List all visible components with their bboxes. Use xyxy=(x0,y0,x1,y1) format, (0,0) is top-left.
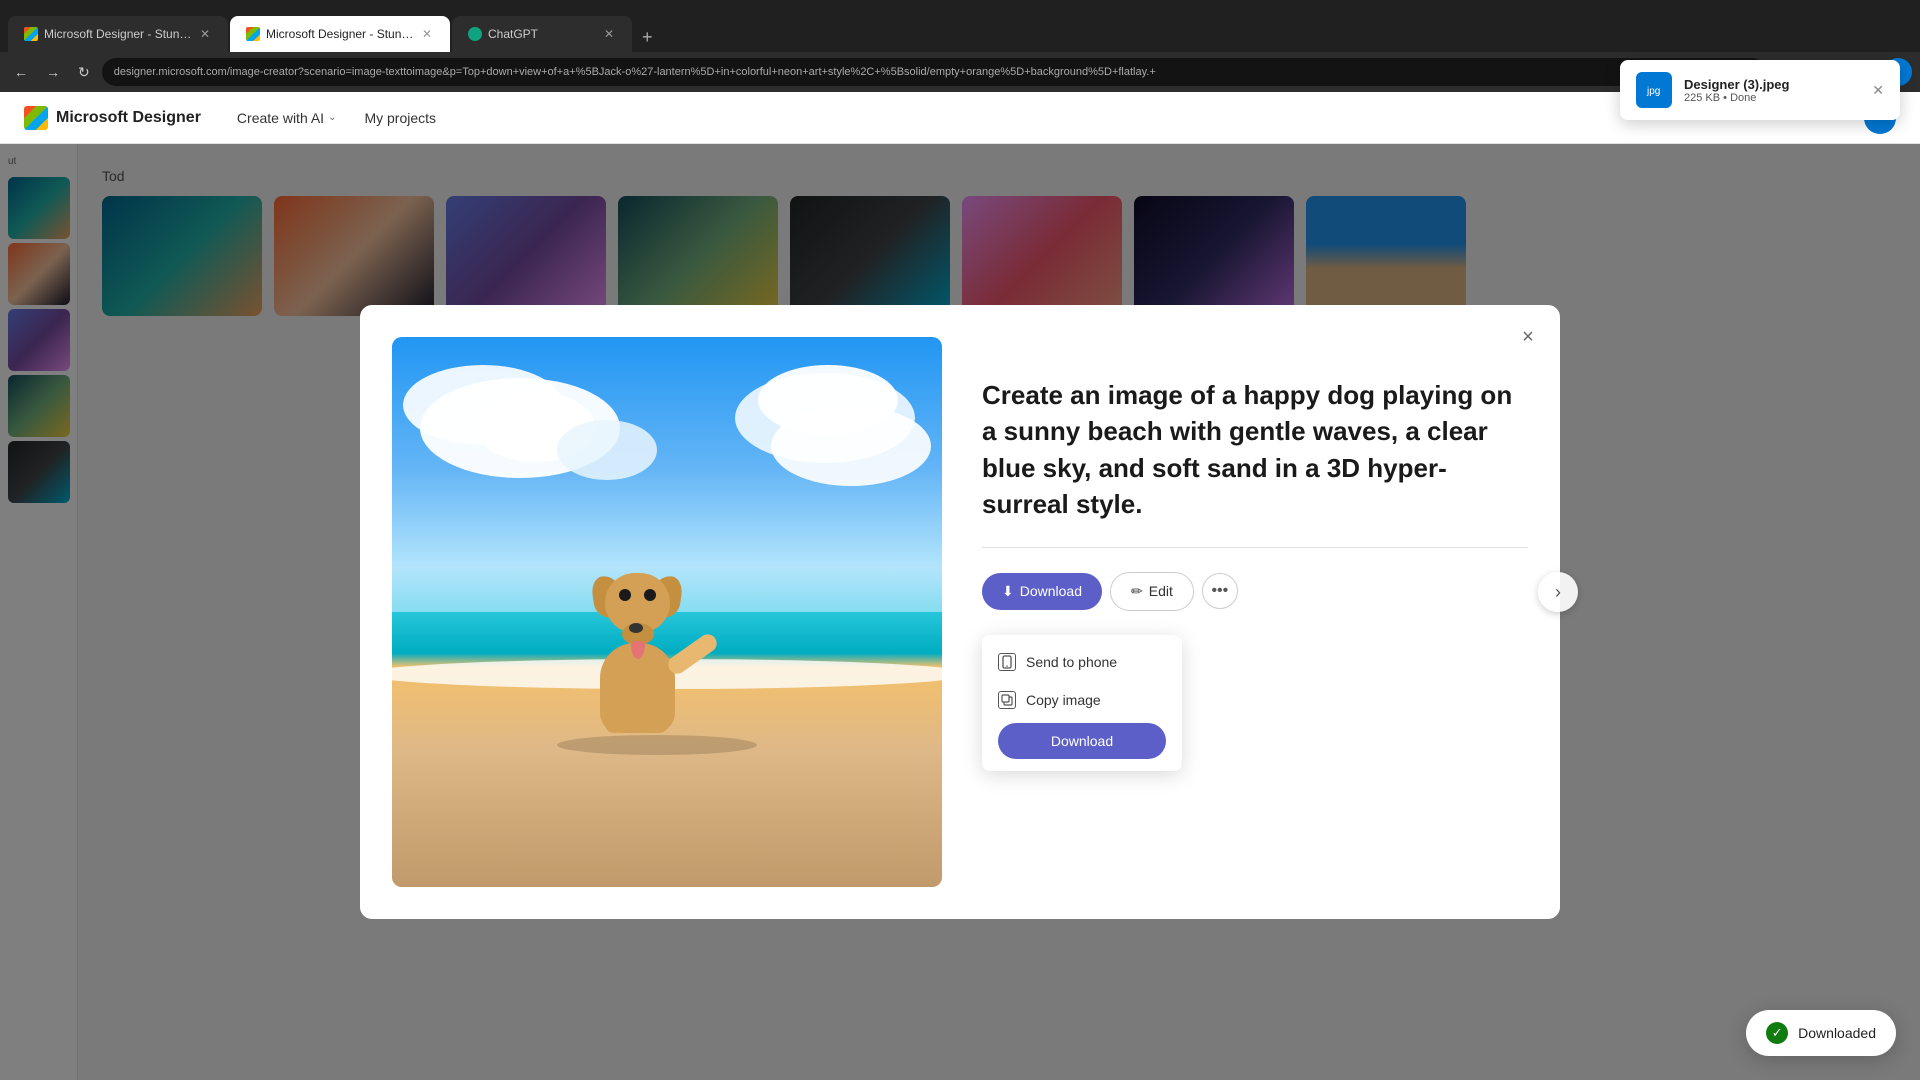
cloud-7 xyxy=(557,420,657,480)
download-close-button[interactable]: ✕ xyxy=(1872,82,1884,99)
reload-button[interactable]: ↻ xyxy=(72,60,96,85)
address-bar[interactable]: designer.microsoft.com/image-creator?sce… xyxy=(102,58,1767,86)
dropdown-download-button[interactable]: Download xyxy=(998,723,1166,759)
browser-tab-1[interactable]: Microsoft Designer - Stunning... ✕ xyxy=(8,16,228,52)
dropdown-send-to-phone[interactable]: Send to phone xyxy=(982,643,1182,681)
modal-prompt-text: Create an image of a happy dog playing o… xyxy=(982,377,1528,523)
tab-favicon-1 xyxy=(24,27,38,41)
ms-logo-icon xyxy=(24,106,48,130)
dog-eye-right xyxy=(644,589,656,601)
new-tab-button[interactable]: + xyxy=(634,23,661,52)
dog-figure xyxy=(585,643,660,733)
app-logo: Microsoft Designer xyxy=(24,106,201,130)
chevron-down-icon: ⌄ xyxy=(328,112,336,123)
modal-overlay[interactable]: × xyxy=(0,144,1920,1080)
dog-leg-front-left xyxy=(605,683,623,733)
toast-check-icon: ✓ xyxy=(1766,1022,1788,1044)
dog-eye-left xyxy=(619,589,631,601)
download-file-icon: jpg xyxy=(1636,72,1672,108)
tab-favicon-2 xyxy=(246,27,260,41)
more-options-button[interactable]: ••• xyxy=(1202,573,1238,609)
dog-leg-front-right xyxy=(650,683,668,733)
tab-bar: Microsoft Designer - Stunning... ✕ Micro… xyxy=(8,0,1912,52)
header-nav: Create with AI ⌄ My projects xyxy=(225,104,448,132)
toast-notification: ✓ Downloaded xyxy=(1746,1010,1896,1056)
dropdown-copy-image[interactable]: Copy image xyxy=(982,681,1182,719)
browser-tab-3[interactable]: ChatGPT ✕ xyxy=(452,16,632,52)
browser-tab-2[interactable]: Microsoft Designer - Stunning... ✕ xyxy=(230,16,450,52)
download-filename: Designer (3).jpeg xyxy=(1684,77,1860,92)
modal-divider xyxy=(982,547,1528,548)
tab-close-2[interactable]: ✕ xyxy=(420,25,434,43)
image-detail-modal: × xyxy=(360,305,1560,919)
modal-actions: ⬇ Download ✏ Edit ••• xyxy=(982,572,1528,611)
modal-image-area: › xyxy=(392,337,942,887)
tab-close-3[interactable]: ✕ xyxy=(602,25,616,43)
svg-text:jpg: jpg xyxy=(1646,86,1660,97)
page-content: ut Tod × xyxy=(0,144,1920,1080)
phone-icon xyxy=(998,653,1016,671)
copy-image-label: Copy image xyxy=(1026,692,1101,708)
tab-close-1[interactable]: ✕ xyxy=(198,25,212,43)
edit-icon: ✏ xyxy=(1131,583,1143,600)
more-icon: ••• xyxy=(1211,582,1228,600)
dog-nose xyxy=(629,623,643,633)
nav-my-projects[interactable]: My projects xyxy=(352,104,448,132)
tab-label-1: Microsoft Designer - Stunning... xyxy=(44,27,192,41)
download-done-text: Done xyxy=(1730,92,1756,104)
dropdown-menu: Send to phone Copy image Download xyxy=(982,635,1182,771)
page-background: Microsoft Designer Create with AI ⌄ My p… xyxy=(0,92,1920,1080)
edit-button[interactable]: ✏ Edit xyxy=(1110,572,1194,611)
copy-icon xyxy=(998,691,1016,709)
edit-button-label: Edit xyxy=(1149,583,1173,599)
back-button[interactable]: ← xyxy=(8,60,34,84)
modal-right-panel: Create an image of a happy dog playing o… xyxy=(982,337,1528,771)
download-icon: ⬇ xyxy=(1002,583,1014,600)
tab-label-3: ChatGPT xyxy=(488,27,596,41)
tab-label-2: Microsoft Designer - Stunning... xyxy=(266,27,414,41)
download-button-label: Download xyxy=(1020,583,1082,599)
forward-button[interactable]: → xyxy=(40,60,66,84)
modal-main-image xyxy=(392,337,942,887)
download-button[interactable]: ⬇ Download xyxy=(982,573,1102,610)
send-to-phone-label: Send to phone xyxy=(1026,654,1117,670)
tab-favicon-3 xyxy=(468,27,482,41)
nav-create-ai-label: Create with AI xyxy=(237,110,324,126)
nav-create-ai[interactable]: Create with AI ⌄ xyxy=(225,104,349,132)
download-info: Designer (3).jpeg 225 KB • Done xyxy=(1684,77,1860,104)
toast-label: Downloaded xyxy=(1798,1025,1876,1041)
nav-my-projects-label: My projects xyxy=(364,110,436,126)
cloud-6 xyxy=(771,406,931,486)
download-status: 225 KB • Done xyxy=(1684,92,1860,104)
browser-chrome: Microsoft Designer - Stunning... ✕ Micro… xyxy=(0,0,1920,52)
dog-shadow xyxy=(557,735,757,755)
address-text: designer.microsoft.com/image-creator?sce… xyxy=(114,66,1156,78)
download-size: 225 KB xyxy=(1684,92,1720,104)
modal-next-arrow[interactable]: › xyxy=(1538,572,1578,612)
dog-beach-scene xyxy=(392,337,942,887)
modal-close-button[interactable]: × xyxy=(1512,321,1544,353)
app-name: Microsoft Designer xyxy=(56,109,201,127)
browser-download-notification: jpg Designer (3).jpeg 225 KB • Done ✕ xyxy=(1620,60,1900,120)
